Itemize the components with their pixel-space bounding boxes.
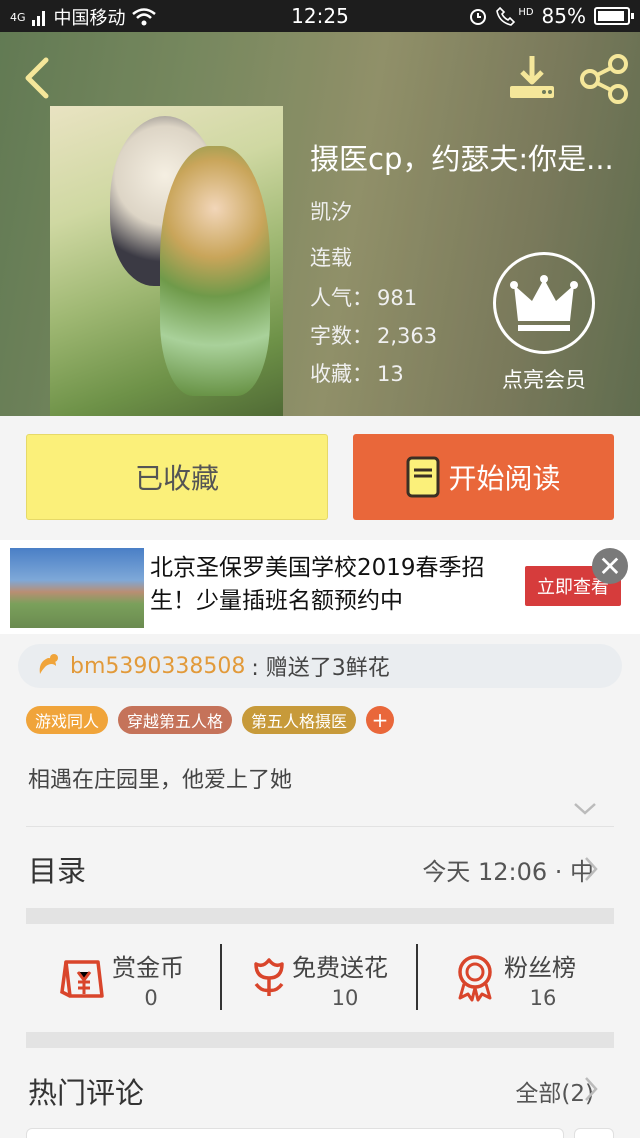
book-intro: 相遇在庄园里，他爱上了她 [28,768,293,793]
book-cover-image[interactable] [50,106,283,416]
battery-percent: 85% [541,4,586,28]
toc-last-update[interactable]: 今天 12:06 · 中 [422,852,594,887]
flower-gift-icon [39,654,58,674]
ad-banner[interactable]: 北京圣保罗美国学校2019春季招生！少量插班名额预约中 立即查看 [0,540,640,634]
reward-coins-value: 0 [144,986,158,1010]
comment-card[interactable] [574,1128,614,1138]
start-reading-button[interactable]: 开始阅读 [353,434,614,520]
words-value: 2,363 [377,324,438,348]
popularity-label: 人气： [310,286,373,310]
share-button[interactable] [576,52,632,106]
add-tag-button[interactable]: + [366,706,395,734]
download-icon [510,56,554,98]
red-envelope-icon [60,960,104,998]
hd-label: HD [518,6,534,18]
reward-flowers-label: 免费送花 [292,954,388,982]
section-separator [26,908,614,924]
book-status: 连载 [310,246,352,270]
ad-close-button[interactable]: ✕ [592,548,628,584]
gift-message: : 赠送了3鲜花 [251,656,390,681]
reward-coins-label: 赏金币 [112,954,184,982]
start-reading-label: 开始阅读 [448,462,561,495]
download-button[interactable] [506,54,558,104]
words-label: 字数： [310,324,373,348]
book-icon [406,456,440,498]
tag-list: 游戏同人 穿越第五人格 第五人格摄医 + [26,706,395,734]
all-comments-link[interactable]: 全部(2) [515,1074,594,1108]
section-separator [26,1032,614,1048]
medal-icon [458,955,492,1002]
battery-icon [594,7,634,25]
action-buttons: 已收藏 开始阅读 [0,416,640,540]
share-icon [580,54,628,104]
flower-icon [254,958,284,996]
back-arrow-icon [25,57,49,99]
tag-item[interactable]: 穿越第五人格 [118,706,233,734]
words-stat: 字数： 2,363 [310,320,437,350]
reward-fans-value: 16 [529,986,557,1010]
favorites-label: 收藏： [310,362,373,386]
reward-flowers[interactable]: 免费送花 10 [244,924,444,1032]
popularity-stat: 人气： 981 [310,282,417,312]
favorites-value: 13 [377,362,404,386]
book-title: 摄医cp，约瑟夫:你是... [310,142,614,176]
reward-fans[interactable]: 粉丝榜 16 [450,924,640,1032]
divider [220,944,222,1010]
reward-coins[interactable]: 赏金币 0 [58,924,258,1032]
back-button[interactable] [14,52,62,104]
status-bar: 4G 中国移动 12:25 HD 85% [0,0,640,32]
rewards-row: 赏金币 0 免费送花 10 粉丝榜 16 [0,924,640,1032]
tag-item[interactable]: 第五人格摄医 [242,706,357,734]
call-icon [496,6,516,26]
comment-card[interactable] [26,1128,564,1138]
cover-figure-right [160,146,270,396]
popularity-value: 981 [377,286,418,310]
favorited-button[interactable]: 已收藏 [26,434,328,520]
chevron-right-icon[interactable] [584,856,598,882]
toc-title[interactable]: 目录 [28,848,86,890]
reward-flowers-value: 10 [331,986,359,1010]
divider [416,944,418,1010]
chevron-down-icon[interactable] [572,798,598,818]
vip-button[interactable] [493,252,595,354]
tag-item[interactable]: 游戏同人 [26,706,109,734]
ad-image[interactable] [10,548,144,628]
chevron-right-icon[interactable] [584,1076,598,1102]
ad-text[interactable]: 北京圣保罗美国学校2019春季招生！少量插班名额预约中 [150,552,510,618]
gift-notice[interactable]: bm5390338508 : 赠送了3鲜花 [18,644,622,688]
favorites-stat: 收藏： 13 [310,358,404,388]
book-author[interactable]: 凯汐 [310,196,352,226]
vip-label[interactable]: 点亮会员 [488,364,600,394]
favorited-label: 已收藏 [134,462,219,495]
divider [26,826,614,827]
status-right: HD 85% [468,4,634,28]
hot-comments-title: 热门评论 [28,1076,145,1110]
reward-fans-label: 粉丝榜 [504,954,576,982]
alarm-icon [470,9,487,25]
crown-icon [510,275,578,331]
gift-user[interactable]: bm5390338508 [70,654,245,679]
